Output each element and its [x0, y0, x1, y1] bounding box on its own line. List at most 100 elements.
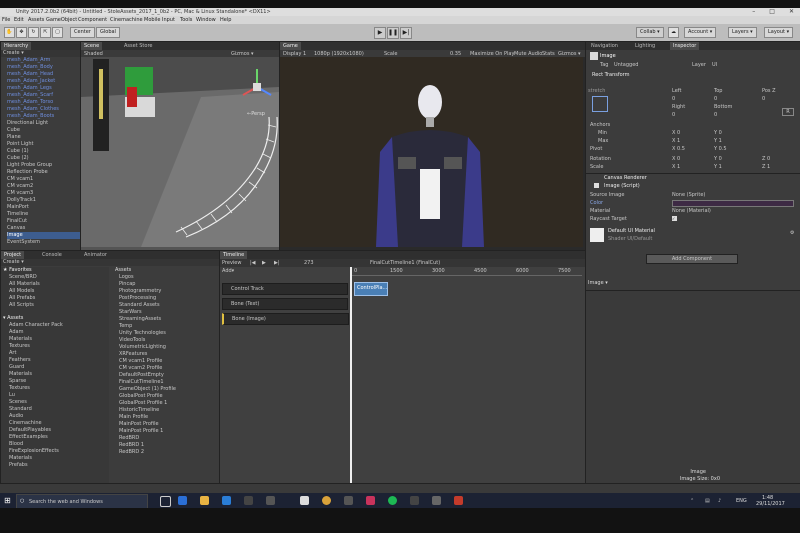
tag-dropdown[interactable]: Untagged	[614, 62, 638, 68]
asset-item[interactable]: XRFeatures	[119, 351, 219, 358]
asset-item[interactable]: Pincap	[119, 281, 219, 288]
scale-x-field[interactable]: X 1	[672, 164, 680, 170]
folder-tree-item[interactable]: Art	[9, 350, 109, 357]
volume-icon[interactable]: ♪	[718, 498, 721, 504]
hierarchy-item[interactable]: mesh_Adam_Torso	[7, 99, 80, 106]
assets-tree-header[interactable]: ▾ Assets	[1, 315, 109, 322]
scale-tool-icon[interactable]: ⇱	[40, 27, 51, 38]
asset-item[interactable]: Temp	[119, 323, 219, 330]
track-control[interactable]: Control Track	[222, 283, 348, 295]
asset-item[interactable]: Main Profile	[119, 414, 219, 421]
rotation-z-field[interactable]: Z 0	[762, 156, 770, 162]
left-field[interactable]: 0	[672, 96, 675, 102]
app-icon-2[interactable]	[266, 496, 275, 505]
asset-item[interactable]: MainPost Profile	[119, 421, 219, 428]
asset-item[interactable]: CM vcam2 Profile	[119, 365, 219, 372]
asset-item[interactable]: Unity Technologies	[119, 330, 219, 337]
color-swatch[interactable]	[672, 200, 794, 207]
favorite-item[interactable]: All Models	[9, 288, 109, 295]
start-icon[interactable]: ⊞	[4, 496, 11, 505]
hierarchy-item[interactable]: Light Probe Group	[7, 162, 80, 169]
folder-tree-item[interactable]: Adam	[9, 329, 109, 336]
asset-item[interactable]: DefaultPostEmpty	[119, 372, 219, 379]
time-ruler[interactable]: 0 1500 3000 4500 6000 7500	[352, 268, 582, 276]
hierarchy-item[interactable]: CM vcam2	[7, 183, 80, 190]
spotify-icon[interactable]	[388, 496, 397, 505]
menu-gameobject[interactable]: GameObject	[46, 17, 77, 23]
asset-item[interactable]: StarWars	[119, 309, 219, 316]
track-bone-image[interactable]: Bone (Image)	[222, 313, 349, 325]
scale-z-field[interactable]: Z 1	[762, 164, 770, 170]
tray-chevron-icon[interactable]: ⌃	[690, 498, 694, 504]
playhead[interactable]	[350, 267, 352, 483]
posz-field[interactable]: 0	[762, 96, 765, 102]
folder-tree-item[interactable]: Adam Character Pack	[9, 322, 109, 329]
menu-window[interactable]: Window	[196, 17, 216, 23]
menu-assets[interactable]: Assets	[28, 17, 44, 23]
rotate-tool-icon[interactable]: ↻	[28, 27, 39, 38]
asset-item[interactable]: RedBRD	[119, 435, 219, 442]
material-field[interactable]: None (Material)	[672, 208, 711, 214]
folder-tree-item[interactable]: FireExplosionEffects	[9, 448, 109, 455]
asset-item[interactable]: FinalCutTimeline1	[119, 379, 219, 386]
tab-animator[interactable]: Animator	[81, 251, 110, 259]
add-track-button[interactable]: Add▾	[222, 268, 234, 274]
asset-item[interactable]: GameObject (1) Profile	[119, 386, 219, 393]
asset-item[interactable]: GlobalPost Profile	[119, 393, 219, 400]
hierarchy-item[interactable]: Directional Light	[7, 120, 80, 127]
rotation-x-field[interactable]: X 0	[672, 156, 680, 162]
powerpoint-icon[interactable]	[454, 496, 463, 505]
step-button[interactable]: ▶|	[400, 27, 412, 39]
raycast-target-checkbox[interactable]: ✓	[672, 216, 677, 221]
source-image-field[interactable]: None (Sprite)	[672, 192, 705, 198]
timeline-play-icon[interactable]: ▶	[262, 260, 266, 266]
tab-lighting[interactable]: Lighting	[632, 42, 658, 50]
folder-tree-item[interactable]: Audio	[9, 413, 109, 420]
asset-item[interactable]: VideoTools	[119, 337, 219, 344]
asset-item[interactable]: Logos	[119, 274, 219, 281]
favorites-header[interactable]: ★ Favorites	[1, 267, 109, 274]
tab-hierarchy[interactable]: Hierarchy	[1, 42, 32, 50]
hierarchy-item[interactable]: MainPort	[7, 204, 80, 211]
folder-tree-item[interactable]: Materials	[9, 455, 109, 462]
play-button[interactable]: ▶	[374, 27, 386, 39]
preview-toggle[interactable]: Preview	[222, 260, 241, 266]
material-settings-icon[interactable]: ⚙	[790, 230, 794, 236]
tab-inspector[interactable]: Inspector	[670, 42, 700, 50]
menu-file[interactable]: File	[2, 17, 10, 23]
asset-item[interactable]: VolumetricLighting	[119, 344, 219, 351]
hierarchy-item[interactable]: EventSystem	[7, 239, 80, 246]
rotation-y-field[interactable]: Y 0	[714, 156, 722, 162]
asset-item[interactable]: GlobalPost Profile 1	[119, 400, 219, 407]
image-enabled-checkbox[interactable]	[594, 183, 599, 188]
asset-item[interactable]: RedBRD 1	[119, 442, 219, 449]
unity-icon[interactable]	[300, 496, 309, 505]
object-name-field[interactable]: Image	[600, 53, 616, 59]
tab-console[interactable]: Console	[39, 251, 65, 259]
maximize-icon[interactable]: □	[769, 8, 775, 15]
pivot-global-toggle[interactable]: Global	[96, 27, 120, 38]
add-component-button[interactable]: Add Component	[646, 254, 738, 264]
tab-asset-store[interactable]: Asset Store	[121, 42, 155, 50]
pivot-y-field[interactable]: Y 0.5	[714, 146, 727, 152]
asset-item[interactable]: MainPost Profile 1	[119, 428, 219, 435]
favorite-item[interactable]: Scene/BRD	[9, 274, 109, 281]
hierarchy-item[interactable]: mesh_Adam_Scarf	[7, 92, 80, 99]
menu-component[interactable]: Component	[78, 17, 107, 23]
language-indicator[interactable]: ENG	[736, 498, 747, 504]
asset-item[interactable]: HistoricTimeline	[119, 407, 219, 414]
hierarchy-item[interactable]: mesh_Adam_Clothes	[7, 106, 80, 113]
hierarchy-item[interactable]: Canvas	[7, 225, 80, 232]
folder-tree-item[interactable]: Textures	[9, 385, 109, 392]
hierarchy-item[interactable]: Point Light	[7, 141, 80, 148]
tab-game[interactable]: Game	[280, 42, 301, 50]
asset-item[interactable]: Photogrammetry	[119, 288, 219, 295]
hierarchy-item[interactable]: Cube	[7, 127, 80, 134]
rect-transform-header[interactable]: Rect Transform	[592, 72, 630, 78]
timeline-go-start-icon[interactable]: |◀	[250, 260, 256, 266]
assets-breadcrumb[interactable]: Assets	[111, 267, 219, 274]
explorer-icon[interactable]	[200, 496, 209, 505]
folder-tree-item[interactable]: Materials	[9, 336, 109, 343]
menu-edit[interactable]: Edit	[14, 17, 24, 23]
hand-tool-icon[interactable]: ✋	[4, 27, 15, 38]
